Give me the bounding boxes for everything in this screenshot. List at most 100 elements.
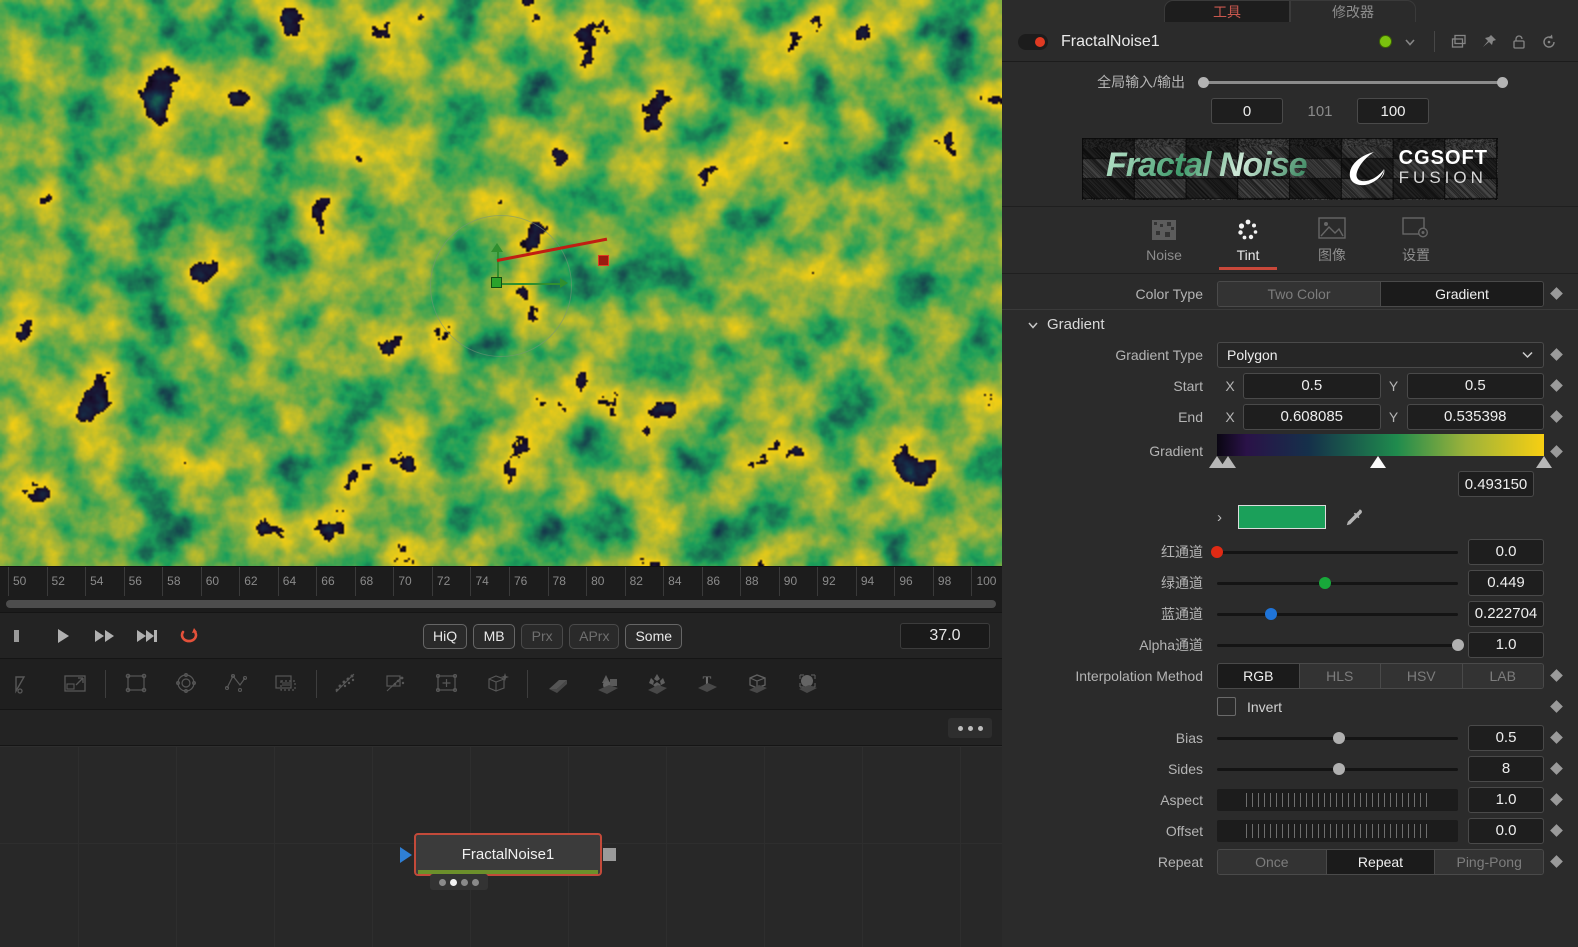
layers-icon[interactable] — [1444, 27, 1474, 57]
gradient-stop-position-field[interactable]: 0.493150 — [1458, 471, 1534, 497]
keyframe-diamond-icon[interactable] — [1544, 824, 1568, 837]
image-viewer[interactable] — [0, 0, 1002, 566]
tool-enable-toggle[interactable] — [1018, 33, 1048, 50]
offset-thumbwheel[interactable] — [1217, 819, 1458, 842]
lock-icon[interactable] — [1504, 27, 1534, 57]
expand-color-chevron-right-icon[interactable]: › — [1217, 509, 1222, 526]
keyframe-diamond-icon[interactable] — [1544, 410, 1568, 423]
skip-to-end-button[interactable] — [126, 613, 168, 659]
channel-field-red[interactable]: 0.0 — [1468, 538, 1544, 565]
quality-hiq-button[interactable]: HiQ — [423, 623, 468, 649]
interpolation-lab[interactable]: LAB — [1462, 663, 1543, 688]
gradient-type-dropdown[interactable]: Polygon — [1217, 341, 1544, 368]
repeat-repeat[interactable]: Repeat — [1326, 849, 1436, 874]
reset-icon[interactable] — [1534, 27, 1564, 57]
sides-slider[interactable] — [1217, 761, 1458, 777]
tab-modifiers[interactable]: 修改器 — [1290, 0, 1416, 22]
channel-slider-red[interactable] — [1211, 544, 1458, 560]
page-tab-tint[interactable]: Tint — [1209, 210, 1287, 270]
channel-slider-green[interactable] — [1217, 575, 1458, 591]
global-range-slider[interactable] — [1198, 74, 1508, 90]
keyframe-diamond-icon[interactable] — [1544, 444, 1568, 458]
offset-field[interactable]: 0.0 — [1468, 817, 1544, 844]
step-back-button[interactable] — [0, 613, 42, 659]
toolbar-fbx-mesh3d-icon[interactable] — [733, 658, 783, 710]
eyedropper-icon[interactable] — [1340, 505, 1368, 529]
node-fractalnoise1[interactable]: FractalNoise1 — [414, 833, 602, 876]
keyframe-diamond-icon[interactable] — [1544, 700, 1568, 713]
start-x-field[interactable]: 0.5 — [1243, 372, 1381, 399]
timeline-ruler[interactable]: 50 52 54 56 58 60 62 64 66 68 70 72 74 76 78 80 82 84 86 88… — [0, 566, 1002, 596]
repeat-once[interactable]: Once — [1218, 849, 1327, 874]
global-in-field[interactable]: 0 — [1211, 98, 1283, 124]
quality-mb-button[interactable]: MB — [473, 623, 516, 649]
gradient-stop-2[interactable] — [1370, 455, 1387, 468]
toolbar-sphere3d-icon[interactable] — [783, 658, 833, 710]
global-range-out-knob[interactable] — [1497, 77, 1508, 88]
end-x-field[interactable]: 0.608085 — [1243, 403, 1381, 430]
bias-slider[interactable] — [1217, 730, 1458, 746]
keyframe-diamond-icon[interactable] — [1544, 762, 1568, 775]
global-out-field[interactable]: 100 — [1357, 98, 1429, 124]
node-viewer-dots[interactable] — [430, 874, 488, 890]
gradient-section-header[interactable]: Gradient — [1002, 309, 1578, 339]
invert-checkbox[interactable] — [1217, 697, 1236, 716]
interpolation-segmented[interactable]: RGB HLS HSV LAB — [1217, 662, 1544, 689]
bias-field[interactable]: 0.5 — [1468, 724, 1544, 751]
page-tab-image[interactable]: 图像 — [1293, 210, 1371, 270]
pin-icon[interactable] — [1474, 27, 1504, 57]
gradient-preview-bar[interactable] — [1217, 433, 1544, 456]
keyframe-diamond-icon[interactable] — [1544, 731, 1568, 744]
interpolation-rgb[interactable]: RGB — [1218, 663, 1300, 688]
toolbar-shape3d-icon[interactable] — [583, 658, 633, 710]
page-tab-noise[interactable]: Noise — [1125, 210, 1203, 270]
chevron-down-icon[interactable] — [1395, 27, 1425, 57]
loop-button[interactable] — [168, 613, 210, 659]
current-frame-field[interactable]: 37.0 — [900, 623, 990, 649]
aspect-thumbwheel[interactable] — [1217, 788, 1458, 811]
node-input-arrow-icon[interactable] — [400, 847, 412, 863]
channel-slider-alpha[interactable] — [1217, 637, 1464, 653]
channel-field-alpha[interactable]: 1.0 — [1468, 631, 1544, 658]
quality-some-button[interactable]: Some — [625, 623, 683, 649]
toolbar-polyline-mask-icon[interactable] — [211, 658, 261, 710]
node-output-handle[interactable] — [603, 848, 616, 861]
toolbar-text3d-icon[interactable]: T — [683, 658, 733, 710]
keyframe-diamond-icon[interactable] — [1544, 379, 1568, 392]
channel-field-blue[interactable]: 0.222704 — [1468, 600, 1544, 627]
aspect-field[interactable]: 1.0 — [1468, 786, 1544, 813]
keyframe-diamond-icon[interactable] — [1544, 793, 1568, 806]
keyframe-diamond-icon[interactable] — [1544, 855, 1568, 868]
timeline-scrollbar[interactable] — [0, 596, 1002, 612]
color-swatch[interactable] — [1238, 505, 1326, 529]
toolbar-resize-out-icon[interactable] — [50, 658, 100, 710]
global-range-in-knob[interactable] — [1198, 77, 1209, 88]
toolbar-image-plane3d-icon[interactable] — [533, 658, 583, 710]
keyframe-diamond-icon[interactable] — [1544, 287, 1568, 300]
gradient-stop-3[interactable] — [1536, 455, 1552, 468]
timeline-scrollbar-thumb[interactable] — [6, 600, 996, 608]
toolbar-ellipse-mask-icon[interactable] — [161, 658, 211, 710]
channel-slider-blue[interactable] — [1217, 606, 1458, 622]
channel-field-green[interactable]: 0.449 — [1468, 569, 1544, 596]
interpolation-hls[interactable]: HLS — [1299, 663, 1381, 688]
repeat-ping-pong[interactable]: Ping-Pong — [1435, 849, 1543, 874]
quality-prx-button[interactable]: Prx — [521, 623, 564, 649]
gradient-stop-handles[interactable] — [1209, 455, 1552, 469]
sides-field[interactable]: 8 — [1468, 755, 1544, 782]
end-y-field[interactable]: 0.535398 — [1406, 403, 1544, 430]
toolbar-particle-emitter-icon[interactable] — [322, 658, 372, 710]
keyframe-diamond-icon[interactable] — [1544, 348, 1568, 361]
fast-forward-button[interactable] — [84, 613, 126, 659]
toolbar-bitmap-mask-icon[interactable] — [261, 658, 311, 710]
color-type-segmented[interactable]: Two Color Gradient — [1217, 280, 1544, 307]
toolbar-rectangle-mask-icon[interactable] — [111, 658, 161, 710]
toolbar-particle-render-icon[interactable] — [372, 658, 422, 710]
gradient-stop-1[interactable] — [1220, 455, 1237, 468]
more-options-icon[interactable] — [948, 718, 992, 738]
color-type-gradient[interactable]: Gradient — [1381, 281, 1543, 306]
toolbar-render-out-icon[interactable] — [0, 658, 50, 710]
toolbar-camera3d-icon[interactable] — [472, 658, 522, 710]
color-type-two-color[interactable]: Two Color — [1218, 281, 1381, 306]
repeat-segmented[interactable]: Once Repeat Ping-Pong — [1217, 848, 1544, 875]
